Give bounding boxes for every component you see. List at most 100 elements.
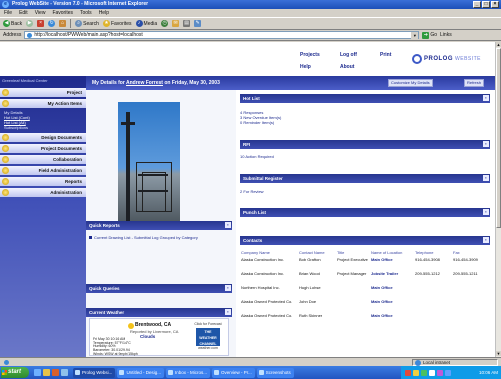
page-scrollbar[interactable]: ▲ ▼ <box>495 42 501 357</box>
go-button[interactable]: ➔ Go <box>422 31 438 39</box>
bullet-icon <box>89 236 92 239</box>
cell-location: Main Office <box>371 284 393 290</box>
hot-list-reminder-link[interactable]: 0 Reminder Item(s) <box>240 120 281 125</box>
address-dropdown-icon[interactable]: ▼ <box>411 31 419 39</box>
rfi-action-required-link[interactable]: 10 Action Required <box>240 154 274 159</box>
collapse-icon[interactable]: ▪ <box>483 237 489 243</box>
menu-file[interactable]: File <box>4 9 12 17</box>
sidebar-item-action-items[interactable]: My Action Items <box>0 99 86 108</box>
home-button[interactable]: ⌂ <box>59 19 67 29</box>
back-button[interactable]: ◀ Back <box>3 19 22 29</box>
coin-icon <box>2 178 9 185</box>
cell-company: Alaska Owned Protected Co. <box>241 298 293 304</box>
close-button[interactable]: × <box>491 1 499 8</box>
favorites-button[interactable]: ★ Favorites <box>102 19 132 29</box>
customize-my-details-button[interactable]: Customize My Details <box>388 79 433 87</box>
links-button[interactable]: Links <box>440 32 452 38</box>
nav-projects[interactable]: Projects <box>300 52 340 58</box>
sidebar-item-design-documents[interactable]: Design Documents <box>0 133 86 142</box>
collapse-icon[interactable]: ▪ <box>225 285 231 291</box>
sidebar-item-label: Design Documents <box>41 135 82 140</box>
sidebar-item-label: Project Documents <box>40 146 82 151</box>
cell-title <box>336 313 370 327</box>
sidebar-item-project[interactable]: Project <box>0 88 86 97</box>
cell-fax <box>452 313 490 327</box>
weather-channel-link[interactable]: Click for Forecast THE WEATHER CHANNEL w… <box>190 322 226 355</box>
ie-launch-icon[interactable] <box>34 369 41 376</box>
collapse-icon[interactable]: ▪ <box>225 222 231 228</box>
collapse-icon[interactable]: ▪ <box>483 209 489 215</box>
forward-button[interactable]: ▶ <box>26 19 34 29</box>
sidebar-item-field-administration[interactable]: Field Administration <box>0 166 86 175</box>
sidebar-project-name: Greenleaf Medical Center <box>2 78 48 83</box>
mail-button[interactable]: ✉ <box>172 19 180 29</box>
tray-icon[interactable] <box>413 369 419 376</box>
menu-tools[interactable]: Tools <box>80 9 92 17</box>
tray-icon[interactable] <box>429 369 435 376</box>
media-button[interactable]: ♪ Media <box>135 19 157 29</box>
sidebar-item-reports[interactable]: Reports <box>0 177 86 186</box>
scroll-down-icon[interactable]: ▼ <box>496 351 501 356</box>
window-title: Prolog WebSite - Version 7.0 - Microsoft… <box>12 1 149 7</box>
outlook-launch-icon[interactable] <box>43 369 50 376</box>
task-overview[interactable]: Overview - Pr... <box>211 367 255 378</box>
tray-icon[interactable] <box>421 369 427 376</box>
quick-report-link[interactable]: Current Drawing List - Submittal Log Gro… <box>89 235 229 240</box>
desktop-launch-icon[interactable] <box>61 369 68 376</box>
table-row[interactable]: Northern Hospital Inc. Hugh Lohse Main O… <box>240 285 490 299</box>
address-input[interactable]: http://localhost/PWWeb/main.asp?host=loc… <box>24 31 420 39</box>
scroll-up-icon[interactable]: ▲ <box>496 42 501 47</box>
table-row[interactable]: Alaska Construction Inc. Bob Grafton Pro… <box>240 257 490 271</box>
task-prolog-website[interactable]: Prolog Websi... <box>73 367 116 378</box>
submittal-for-review-link[interactable]: 2 For Review <box>240 189 264 194</box>
edit-button[interactable]: ✎ <box>194 19 202 29</box>
collapse-icon[interactable]: ▪ <box>483 141 489 147</box>
submittal-items: 2 For Review <box>240 189 264 194</box>
table-row[interactable]: Alaska Owned Protected Co. Ruth Skinner … <box>240 313 490 327</box>
minimize-button[interactable]: _ <box>473 1 481 8</box>
menu-help[interactable]: Help <box>99 9 109 17</box>
task-untitled-design[interactable]: Untitled - Desig... <box>117 367 164 378</box>
collapse-icon[interactable]: ▪ <box>483 175 489 181</box>
print-button[interactable]: ▤ <box>183 19 191 29</box>
scroll-thumb[interactable] <box>496 48 501 228</box>
media-launch-icon[interactable] <box>52 369 59 376</box>
task-label: Prolog Websi... <box>82 369 113 375</box>
nav-help[interactable]: Help <box>300 64 340 70</box>
task-inbox[interactable]: Inbox - Micros... <box>165 367 210 378</box>
start-button[interactable]: start <box>1 367 29 378</box>
coin-icon <box>2 167 9 174</box>
task-screenshots[interactable]: Screenshots <box>256 367 294 378</box>
contacts-table: Company Name Contact Name Title Name of … <box>240 250 490 327</box>
refresh-button[interactable]: Refresh <box>464 79 485 87</box>
hot-list-title: Hot List <box>243 96 260 101</box>
refresh-browser-button[interactable]: ↻ <box>48 19 56 29</box>
go-label: Go <box>430 32 438 38</box>
menu-view[interactable]: View <box>35 9 46 17</box>
tray-icon[interactable] <box>405 369 411 376</box>
stop-button[interactable]: × <box>37 19 45 29</box>
nav-log-off[interactable]: Log off <box>340 52 380 58</box>
sidebar-item-project-documents[interactable]: Project Documents <box>0 144 86 153</box>
volume-icon[interactable] <box>445 369 451 376</box>
search-button[interactable]: ⌕ Search <box>75 19 99 29</box>
menu-edit[interactable]: Edit <box>19 9 28 17</box>
tray-icon[interactable] <box>437 369 443 376</box>
sidebar-item-administration[interactable]: Administration <box>0 188 86 197</box>
sidebar-item-label: Collaboration <box>53 157 82 162</box>
table-row[interactable]: Alaska Construction Inc. Brian Wood Proj… <box>240 271 490 285</box>
collapse-icon[interactable]: ▪ <box>483 95 489 101</box>
table-row[interactable]: Alaska Owned Protected Co. John Doe Main… <box>240 299 490 313</box>
coin-icon <box>2 134 9 141</box>
sidebar-item-collaboration[interactable]: Collaboration <box>0 155 86 164</box>
hot-list-items: 4 Responses 3 New Overdue Item(s) 0 Remi… <box>240 110 281 125</box>
history-button[interactable]: ◷ <box>161 19 169 29</box>
nav-about[interactable]: About <box>340 64 380 70</box>
menu-favorites[interactable]: Favorites <box>52 9 73 17</box>
cell-fax: 209-555-1211 <box>453 270 478 276</box>
collapse-icon[interactable]: ▪ <box>225 309 231 315</box>
maximize-button[interactable]: □ <box>482 1 490 8</box>
window-titlebar: e Prolog WebSite - Version 7.0 - Microso… <box>0 0 501 9</box>
task-label: Overview - Pr... <box>220 369 252 375</box>
header-user-link[interactable]: Andrew Forrest <box>126 80 163 86</box>
